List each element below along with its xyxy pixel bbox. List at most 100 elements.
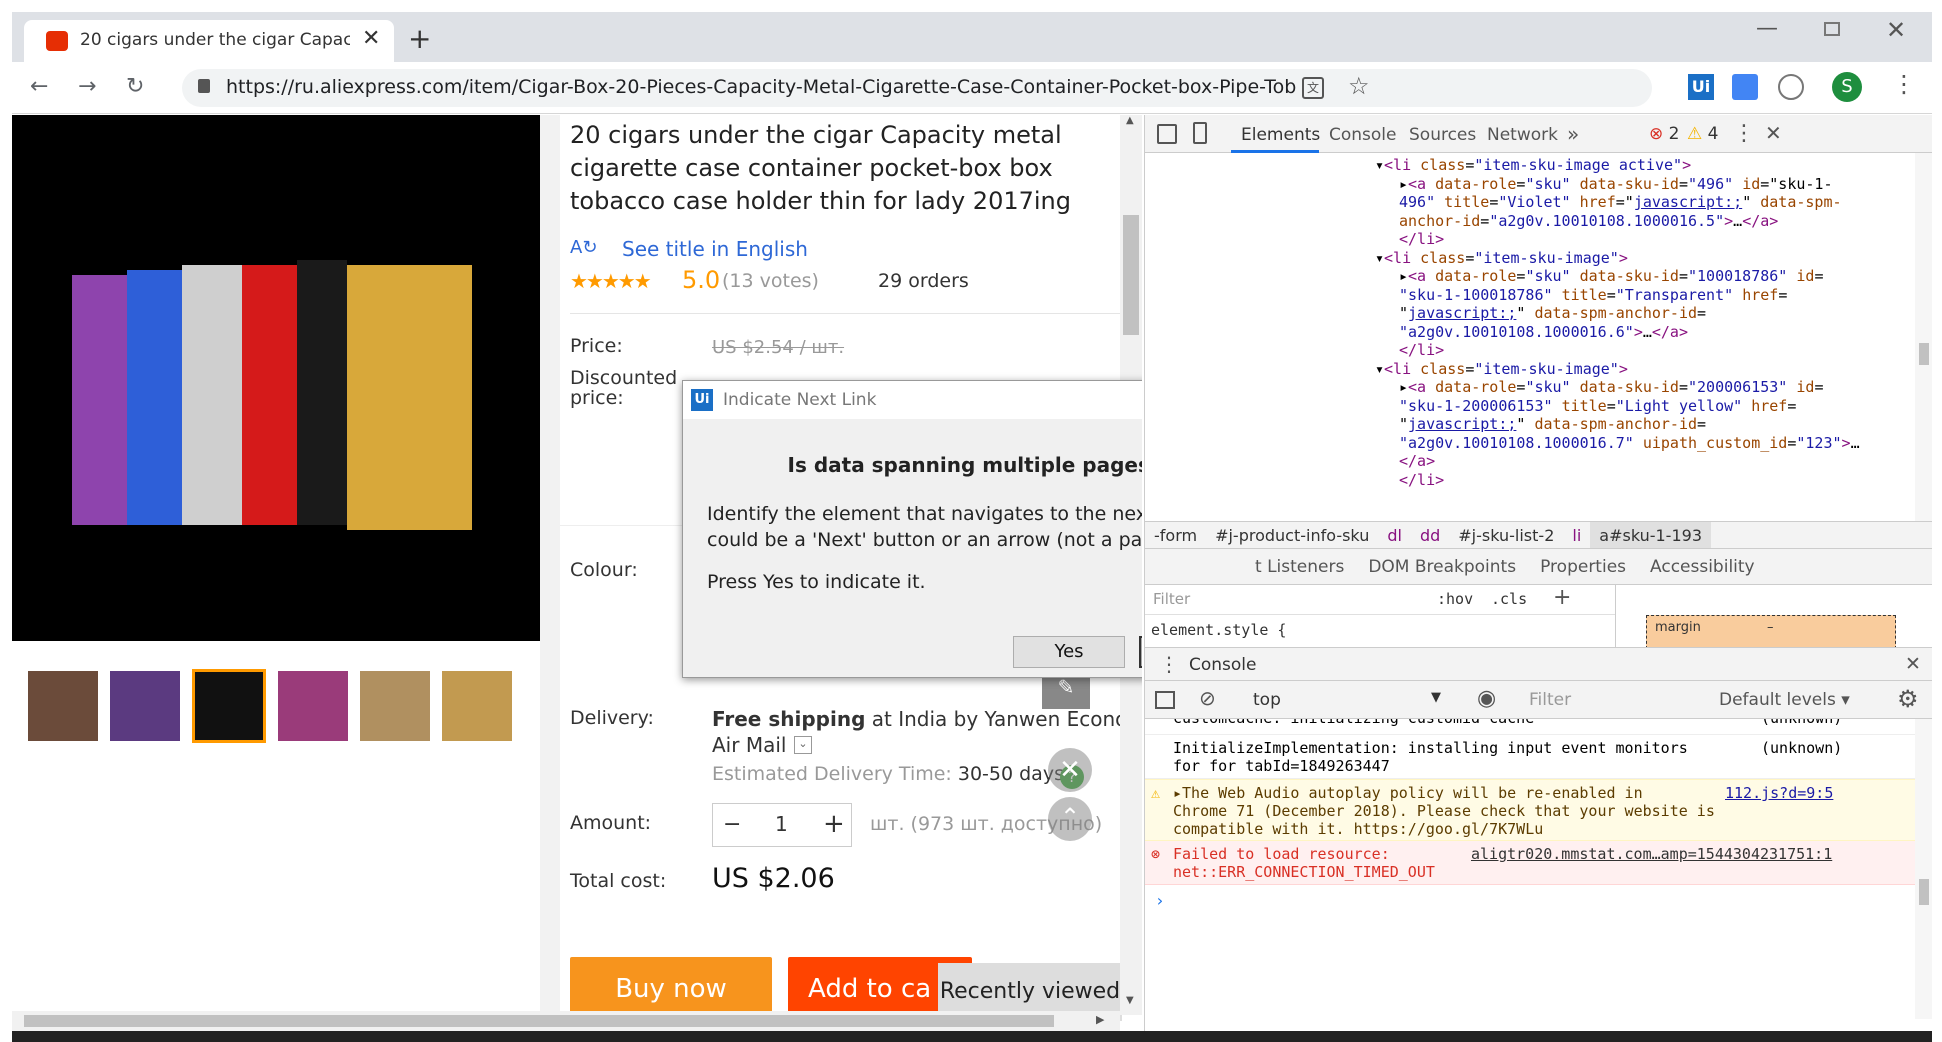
google-translate-ext-icon[interactable] <box>1732 74 1758 100</box>
error-source-link[interactable]: aligtr020.mmstat.com…amp=1544304231751:1 <box>1471 845 1832 863</box>
restore-icon[interactable] <box>1824 22 1840 36</box>
up-overlay-icon[interactable]: ⌃ <box>1048 797 1092 841</box>
breadcrumb-item[interactable]: #j-sku-list-2 <box>1449 522 1563 548</box>
profile-avatar[interactable]: S <box>1832 72 1862 102</box>
thumbnail-4[interactable] <box>278 671 348 741</box>
dom-line[interactable]: 496" title="Violet" href="javascript:;" … <box>1399 192 1842 212</box>
back-icon[interactable]: ← <box>30 76 48 98</box>
context-selector[interactable]: top <box>1253 690 1281 710</box>
scroll-up-arrow[interactable]: ▲ <box>1126 115 1134 126</box>
edit-pencil-icon[interactable]: ✎ <box>1042 675 1090 709</box>
page-horizontal-scrollbar[interactable]: ▶ <box>12 1011 1120 1031</box>
forward-icon[interactable]: → <box>78 76 96 98</box>
minus-button[interactable]: − <box>723 812 741 837</box>
translate-icon[interactable]: 文 <box>1302 77 1324 99</box>
dom-line[interactable]: "a2g0v.10010108.1000016.7" uipath_custom… <box>1399 433 1860 453</box>
dom-line[interactable]: anchor-id="a2g0v.10010108.1000016.5">…</… <box>1399 211 1778 231</box>
console-settings-gear-icon[interactable]: ⚙ <box>1897 685 1919 713</box>
dom-scrollbar[interactable] <box>1915 153 1932 521</box>
device-toolbar-icon[interactable] <box>1193 122 1207 144</box>
new-tab-icon[interactable]: + <box>408 22 431 55</box>
styles-subtab[interactable]: DOM Breakpoints <box>1356 549 1528 585</box>
styles-subtab[interactable]: t Listeners <box>1243 549 1356 585</box>
styles-subtab[interactable]: Accessibility <box>1638 549 1767 585</box>
more-tabs-icon[interactable]: » <box>1567 122 1579 146</box>
breadcrumb-item[interactable]: dd <box>1411 522 1449 548</box>
tab-sources[interactable]: Sources <box>1409 125 1476 145</box>
log-levels-dropdown[interactable]: Default levels ▾ <box>1719 690 1850 710</box>
tab-network[interactable]: Network <box>1487 125 1558 145</box>
dom-line[interactable]: </li> <box>1399 470 1444 490</box>
add-style-icon[interactable]: + <box>1553 585 1571 610</box>
reload-icon[interactable]: ↻ <box>126 76 144 98</box>
dom-line[interactable]: </a> <box>1399 451 1435 471</box>
chrome-menu-icon[interactable]: ⋮ <box>1892 70 1916 98</box>
inspect-element-icon[interactable] <box>1157 124 1177 144</box>
dom-line[interactable]: "javascript:;" data-spm-anchor-id= <box>1399 414 1706 434</box>
warning-source-link[interactable]: 112.js?d=9:5 <box>1725 784 1833 802</box>
thumbnail-6[interactable] <box>442 671 512 741</box>
quantity-input[interactable]: 1 <box>775 812 788 836</box>
shipping-dropdown-icon[interactable]: ⌄ <box>794 736 812 754</box>
dom-line[interactable]: "sku-1-100018786" title="Transparent" hr… <box>1399 285 1787 305</box>
context-dropdown-icon[interactable]: ▼ <box>1431 690 1441 705</box>
cls-toggle[interactable]: .cls <box>1491 590 1527 608</box>
dom-line[interactable]: ▾<li class="item-sku-image"> <box>1375 359 1628 379</box>
address-bar[interactable]: https://ru.aliexpress.com/item/Cigar-Box… <box>182 69 1652 107</box>
clear-console-icon[interactable]: ⊘ <box>1199 686 1216 710</box>
devtools-menu-icon[interactable]: ⋮ <box>1733 121 1755 146</box>
uipath-extension-icon[interactable]: Ui <box>1688 74 1714 100</box>
console-filter-input[interactable]: Filter <box>1529 690 1571 710</box>
breadcrumb-item[interactable]: -form <box>1145 522 1206 548</box>
dom-line[interactable]: "a2g0v.10010108.1000016.6">…</a> <box>1399 322 1688 342</box>
dom-line[interactable]: "sku-1-200006153" title="Light yellow" h… <box>1399 396 1796 416</box>
dom-line[interactable]: "javascript:;" data-spm-anchor-id= <box>1399 303 1706 323</box>
drawer-menu-icon[interactable]: ⋮ <box>1159 652 1179 676</box>
browser-tab[interactable]: 20 cigars under the cigar Capacit ✕ <box>24 20 394 62</box>
votes-link[interactable]: (13 votes) <box>722 270 819 292</box>
error-count-icon[interactable]: ⊗ 2 <box>1649 124 1679 144</box>
breadcrumb-item[interactable]: a#sku-1-193 <box>1590 522 1711 548</box>
dom-line[interactable]: </li> <box>1399 340 1444 360</box>
globe-icon[interactable] <box>1778 74 1804 100</box>
thumbnail-3-selected[interactable] <box>192 669 266 743</box>
dom-line[interactable]: ▾<li class="item-sku-image"> <box>1375 248 1628 268</box>
warning-count-icon[interactable]: ⚠ 4 <box>1687 124 1718 144</box>
tab-console[interactable]: Console <box>1329 125 1397 145</box>
thumbnail-2[interactable] <box>110 671 180 741</box>
plus-button[interactable]: + <box>823 809 845 839</box>
console-scrollbar[interactable] <box>1915 719 1932 1019</box>
no-button[interactable]: No <box>1139 636 1142 668</box>
breadcrumb-item[interactable]: #j-product-info-sku <box>1206 522 1378 548</box>
close-overlay-icon[interactable]: ✕ <box>1048 748 1092 792</box>
scroll-thumb[interactable] <box>1123 215 1139 335</box>
styles-subtab[interactable]: Properties <box>1528 549 1638 585</box>
console-scroll-thumb[interactable] <box>1919 879 1929 905</box>
drawer-close-icon[interactable]: ✕ <box>1905 653 1921 675</box>
dom-line[interactable]: ▾<li class="item-sku-image active"> <box>1375 155 1691 175</box>
scroll-down-arrow[interactable]: ▼ <box>1126 995 1134 1006</box>
tab-close-icon[interactable]: ✕ <box>362 26 380 51</box>
console-prompt[interactable]: › <box>1155 891 1165 910</box>
h-scroll-right-arrow[interactable]: ▶ <box>1096 1013 1104 1026</box>
hov-toggle[interactable]: :hov <box>1437 590 1473 608</box>
dom-line[interactable]: ▸<a data-role="sku" data-sku-id="496" id… <box>1399 174 1833 194</box>
tab-elements[interactable]: Elements <box>1241 125 1320 145</box>
minimize-icon[interactable]: — <box>1756 16 1778 41</box>
thumbnail-5[interactable] <box>360 671 430 741</box>
window-close-icon[interactable]: ✕ <box>1886 16 1906 44</box>
sidebar-toggle-icon[interactable] <box>1155 691 1175 709</box>
thumbnail-1[interactable] <box>28 671 98 741</box>
styles-filter-input[interactable]: Filter <box>1153 590 1190 608</box>
yes-button[interactable]: Yes <box>1013 636 1125 668</box>
bookmark-star-icon[interactable]: ☆ <box>1348 72 1370 100</box>
live-expression-eye-icon[interactable]: ◉ <box>1477 686 1496 711</box>
breadcrumb-item[interactable]: dl <box>1378 522 1411 548</box>
breadcrumb-item[interactable]: li <box>1563 522 1590 548</box>
dom-line[interactable]: ▸<a data-role="sku" data-sku-id="1000187… <box>1399 266 1823 286</box>
dom-line[interactable]: </li> <box>1399 229 1444 249</box>
devtools-close-icon[interactable]: ✕ <box>1765 121 1782 145</box>
translate-title-icon[interactable]: A↻ <box>570 237 597 258</box>
see-title-link[interactable]: See title in English <box>622 237 808 261</box>
dom-line[interactable]: ▸<a data-role="sku" data-sku-id="2000061… <box>1399 377 1823 397</box>
